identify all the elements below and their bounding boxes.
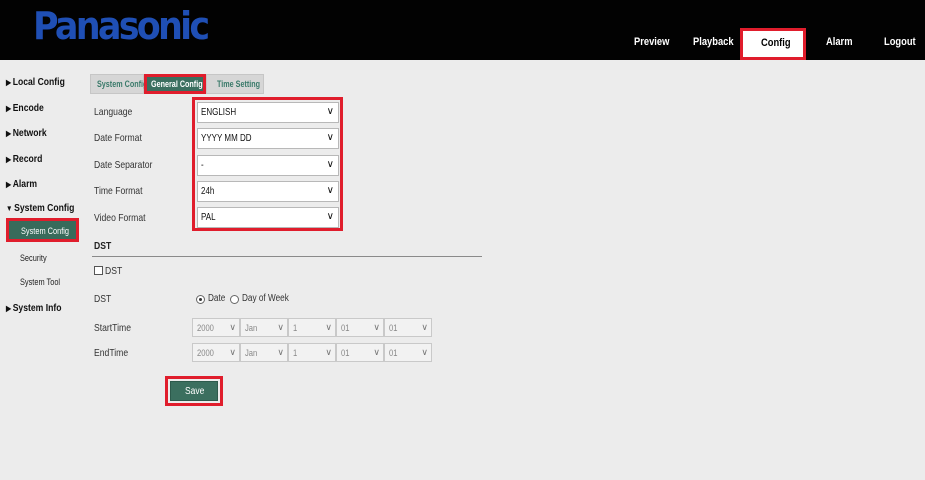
chevron-down-icon: ∨ [421, 347, 428, 357]
sidebar-item-alarm[interactable]: ▶ Alarm [6, 178, 37, 190]
start-minute-select[interactable]: 01 ∨ [384, 318, 432, 337]
chevron-down-icon: ∨ [326, 159, 334, 170]
end-year-select[interactable]: 2000 ∨ [192, 343, 240, 362]
date-separator-select[interactable]: - ∨ [197, 155, 339, 176]
date-format-label: Date Format [94, 132, 142, 144]
main-panel: System Config General Config Time Settin… [86, 60, 925, 480]
chevron-down-icon: ∨ [326, 132, 334, 143]
triangle-right-icon: ▶ [6, 180, 12, 189]
start-day-select[interactable]: 1 ∨ [288, 318, 336, 337]
nav-logout[interactable]: Logout [884, 36, 916, 48]
tab-system-config[interactable]: System Config [90, 74, 147, 94]
triangle-down-icon: ▼ [6, 204, 13, 213]
dst-mode-label: DST [94, 293, 112, 305]
sidebar-item-system-info[interactable]: ▶ System Info [6, 302, 61, 314]
start-month-select[interactable]: Jan ∨ [240, 318, 288, 337]
triangle-right-icon: ▶ [6, 304, 12, 313]
sidebar-item-network[interactable]: ▶ Network [6, 127, 47, 139]
sidebar-item-record[interactable]: ▶ Record [6, 153, 42, 165]
section-divider [92, 256, 482, 257]
language-select[interactable]: ENGLISH ∨ [197, 102, 339, 123]
tab-general-config[interactable]: General Config [144, 74, 206, 94]
dst-day-of-week-radio[interactable] [230, 295, 239, 304]
sidebar-item-system-config[interactable]: ▼ System Config [6, 202, 74, 214]
start-year-select[interactable]: 2000 ∨ [192, 318, 240, 337]
time-format-select[interactable]: 24h ∨ [197, 181, 339, 202]
chevron-down-icon: ∨ [326, 106, 334, 117]
sidebar: ▶ Local Config ▶ Encode ▶ Network ▶ Record ▶… [0, 60, 86, 480]
chevron-down-icon: ∨ [373, 322, 380, 332]
save-button-highlight: Save [165, 376, 223, 406]
start-time-label: StartTime [94, 322, 132, 334]
top-header: Panasonic Preview Playback Config Alarm … [0, 0, 925, 60]
nav-preview[interactable]: Preview [634, 36, 669, 48]
nav-config[interactable]: Config [740, 28, 806, 60]
sidebar-item-encode[interactable]: ▶ Encode [6, 102, 44, 114]
video-format-select[interactable]: PAL ∨ [197, 207, 339, 228]
end-month-select[interactable]: Jan ∨ [240, 343, 288, 362]
end-minute-select[interactable]: 01 ∨ [384, 343, 432, 362]
nav-playback[interactable]: Playback [693, 36, 734, 48]
chevron-down-icon: ∨ [277, 347, 284, 357]
nav-config-label: Config [761, 37, 791, 49]
date-separator-label: Date Separator [94, 159, 153, 171]
video-format-label: Video Format [94, 212, 146, 224]
end-hour-select[interactable]: 01 ∨ [336, 343, 384, 362]
end-day-select[interactable]: 1 ∨ [288, 343, 336, 362]
triangle-right-icon: ▶ [6, 129, 12, 138]
dst-checkbox[interactable] [94, 266, 103, 275]
chevron-down-icon: ∨ [277, 322, 284, 332]
nav-alarm[interactable]: Alarm [826, 36, 853, 48]
dst-checkbox-label: DST [105, 265, 123, 277]
sidebar-item-local-config[interactable]: ▶ Local Config [6, 76, 65, 88]
sidebar-subitem-security[interactable]: Security [20, 253, 47, 263]
dst-date-radio-label: Date [208, 293, 226, 304]
chevron-down-icon: ∨ [373, 347, 380, 357]
end-time-label: EndTime [94, 347, 129, 359]
chevron-down-icon: ∨ [326, 185, 334, 196]
language-label: Language [94, 106, 133, 118]
tab-time-setting[interactable]: Time Setting [206, 74, 264, 94]
chevron-down-icon: ∨ [229, 347, 236, 357]
sidebar-subitem-system-tool[interactable]: System Tool [20, 277, 60, 287]
triangle-right-icon: ▶ [6, 104, 12, 113]
chevron-down-icon: ∨ [421, 322, 428, 332]
start-hour-select[interactable]: 01 ∨ [336, 318, 384, 337]
chevron-down-icon: ∨ [229, 322, 236, 332]
triangle-right-icon: ▶ [6, 155, 12, 164]
brand-logo: Panasonic [33, 4, 210, 48]
time-format-label: Time Format [94, 185, 143, 197]
save-button[interactable]: Save [170, 381, 218, 401]
chevron-down-icon: ∨ [326, 211, 334, 222]
dst-section-title: DST [94, 240, 112, 252]
chevron-down-icon: ∨ [325, 322, 332, 332]
sidebar-subitem-system-config[interactable]: System Config [6, 218, 79, 242]
dst-date-radio[interactable] [196, 295, 205, 304]
chevron-down-icon: ∨ [325, 347, 332, 357]
dst-day-of-week-label: Day of Week [242, 293, 289, 304]
triangle-right-icon: ▶ [6, 78, 12, 87]
date-format-select[interactable]: YYYY MM DD ∨ [197, 128, 339, 149]
